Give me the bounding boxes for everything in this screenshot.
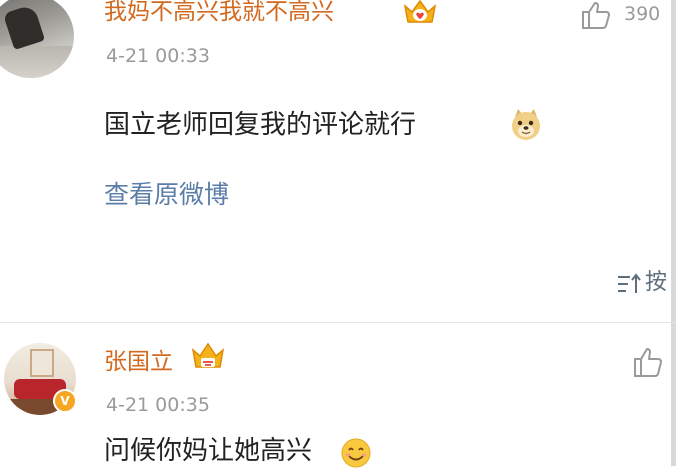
doge-emoji bbox=[512, 109, 540, 140]
sort-icon[interactable] bbox=[616, 272, 642, 296]
crown-badge-icon bbox=[191, 342, 225, 368]
avatar-frame bbox=[30, 349, 54, 377]
like-count: 390 bbox=[624, 3, 661, 25]
username[interactable]: 张国立 bbox=[104, 347, 173, 377]
avatar[interactable] bbox=[0, 0, 74, 78]
username[interactable]: 我妈不高兴我就不高兴 bbox=[104, 0, 334, 27]
avatar-figure bbox=[2, 3, 46, 51]
scrollbar-edge[interactable] bbox=[671, 0, 676, 466]
thumbs-up-icon[interactable] bbox=[632, 346, 666, 378]
verified-badge: V bbox=[53, 389, 77, 413]
sort-label[interactable]: 按 bbox=[645, 268, 667, 298]
thumbs-up-icon[interactable] bbox=[580, 0, 614, 30]
avatar-background bbox=[0, 46, 74, 78]
crown-badge-icon bbox=[403, 0, 437, 23]
comment-text: 问候你妈让她高兴 bbox=[104, 436, 313, 466]
timestamp: 4-21 00:35 bbox=[106, 394, 210, 416]
comment-divider bbox=[0, 322, 676, 323]
view-original-link[interactable]: 查看原微博 bbox=[104, 179, 229, 211]
timestamp: 4-21 00:33 bbox=[106, 45, 210, 67]
smile-emoji bbox=[341, 438, 371, 468]
comment-text: 国立老师回复我的评论就行 bbox=[104, 110, 417, 140]
